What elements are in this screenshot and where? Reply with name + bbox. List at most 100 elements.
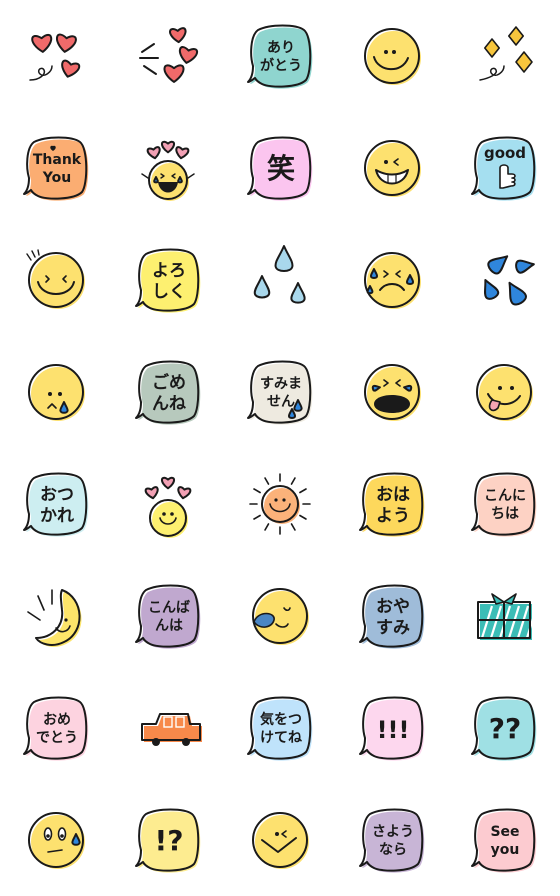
eye-dot — [58, 392, 62, 396]
bubble-text-line: すみ — [376, 618, 410, 638]
see-you-bubble[interactable]: See you — [448, 784, 560, 896]
teary-face-icon — [28, 364, 85, 421]
sleeping-face[interactable] — [224, 560, 336, 672]
swirl-icon — [479, 65, 505, 81]
grinning-wink-face[interactable] — [336, 112, 448, 224]
question-bubble[interactable]: ?? — [448, 672, 560, 784]
tongue-out-face[interactable] — [448, 336, 560, 448]
laughing-cheer-face-icon — [141, 140, 195, 201]
bubble-text-line: ?? — [489, 712, 521, 745]
konnichiwa-bubble[interactable]: こんに ちは — [448, 448, 560, 560]
interrobang-bubble[interactable]: !? — [112, 784, 224, 896]
kiwotsuketene-bubble[interactable]: 気をつ けてね — [224, 672, 336, 784]
see-you-bubble-icon: See you — [471, 808, 537, 873]
smile-face[interactable] — [336, 0, 448, 112]
happy-squint-face-icon — [26, 249, 85, 309]
eye-dot — [510, 386, 514, 390]
hearts-sticker-icon — [29, 33, 81, 81]
yoroshiku-bubble[interactable]: よろ しく — [112, 224, 224, 336]
warai-bubble[interactable]: 笑 — [224, 112, 336, 224]
drop-icon — [508, 281, 527, 306]
exclamation-bubble[interactable]: !!! — [336, 672, 448, 784]
eye-dot — [162, 512, 166, 516]
bubble-text-line: You — [42, 170, 71, 186]
ohayou-bubble[interactable]: おは よう — [336, 448, 448, 560]
blue-splash-drops[interactable] — [448, 224, 560, 336]
shine-line — [27, 611, 41, 621]
oyasumi-bubble[interactable]: おや すみ — [336, 560, 448, 672]
grinning-wink-face-icon — [364, 140, 421, 197]
smiling-sun[interactable] — [224, 448, 336, 560]
tear-icon — [177, 176, 183, 184]
eye-dot — [384, 160, 388, 164]
konbanwa-bubble[interactable]: こんば んは — [112, 560, 224, 672]
arigatou-bubble-icon: ありがとう — [247, 24, 313, 89]
heart-icon — [169, 27, 187, 44]
sayounara-bubble-icon: さようなら — [359, 808, 425, 873]
love-hearts-face[interactable] — [112, 448, 224, 560]
thank-you-bubble[interactable]: Thank You — [0, 112, 112, 224]
heart-icon — [61, 59, 81, 78]
heart-icon — [144, 486, 159, 500]
flying-hearts-sticker[interactable] — [112, 0, 224, 112]
eye-dot — [274, 498, 278, 502]
drop-icon — [487, 255, 509, 275]
nervous-sweat-face-icon — [28, 812, 85, 869]
eye-wide — [43, 827, 53, 841]
laughing-cheer-face[interactable] — [112, 112, 224, 224]
heart-icon — [146, 146, 161, 160]
sad-sweat-face[interactable] — [336, 224, 448, 336]
wink-grin-face-icon — [252, 812, 309, 869]
tear-icon — [153, 176, 159, 184]
crying-face[interactable] — [336, 336, 448, 448]
sumimasen-bubble[interactable]: すみま せん — [224, 336, 336, 448]
good-thumbs-up-bubble[interactable]: good — [448, 112, 560, 224]
hearts-sticker[interactable] — [0, 0, 112, 112]
sun-ray — [290, 523, 296, 531]
sweat-drops-light[interactable] — [224, 224, 336, 336]
bubble-text-line: んね — [152, 394, 186, 414]
motion-line — [141, 173, 149, 179]
sun-ray — [253, 514, 261, 520]
bubble-text-line: !!! — [377, 716, 410, 744]
sweat-drops-light-icon — [253, 245, 306, 304]
crescent-moon[interactable] — [0, 560, 112, 672]
orange-car[interactable] — [112, 672, 224, 784]
oyasumi-bubble-icon: おやすみ — [359, 584, 425, 649]
sparkles-sticker-icon — [479, 26, 533, 81]
eye-dot — [170, 512, 174, 516]
sparkles-sticker[interactable] — [448, 0, 560, 112]
omedetou-bubble[interactable]: おめ でとう — [0, 672, 112, 784]
wink-grin-face[interactable] — [224, 784, 336, 896]
sparkle-line — [26, 253, 32, 261]
heart-icon — [160, 476, 176, 490]
bubble-text-line: あり — [267, 40, 295, 56]
orange-car-icon — [141, 713, 202, 746]
heart-icon — [160, 140, 176, 154]
arigatou-bubble[interactable]: あり がとう — [224, 0, 336, 112]
sparkle-icon — [484, 38, 500, 58]
sparkle-line — [31, 250, 36, 258]
happy-squint-face[interactable] — [0, 224, 112, 336]
love-hearts-face-icon — [144, 476, 192, 538]
drop-icon — [253, 275, 271, 299]
car-wheel — [152, 738, 160, 746]
eye-dot — [392, 50, 396, 54]
bubble-text-line: you — [491, 842, 520, 858]
sun-ray — [253, 488, 261, 494]
crescent-moon-icon — [27, 589, 82, 647]
nervous-sweat-face[interactable] — [0, 784, 112, 896]
gomenne-bubble[interactable]: ごめ んね — [112, 336, 224, 448]
eye-dot — [384, 50, 388, 54]
otsukare-bubble[interactable]: おつ かれ — [0, 448, 112, 560]
warai-bubble-icon: 笑 — [247, 136, 313, 201]
eye-dot — [64, 618, 68, 622]
swirl-icon — [29, 65, 53, 81]
interrobang-bubble-icon: !? — [135, 808, 201, 873]
motion-line — [143, 65, 157, 75]
teary-face[interactable] — [0, 336, 112, 448]
bubble-text-line: good — [484, 144, 526, 162]
shine-line — [37, 595, 45, 611]
gift-box[interactable] — [448, 560, 560, 672]
sayounara-bubble[interactable]: さよう なら — [336, 784, 448, 896]
